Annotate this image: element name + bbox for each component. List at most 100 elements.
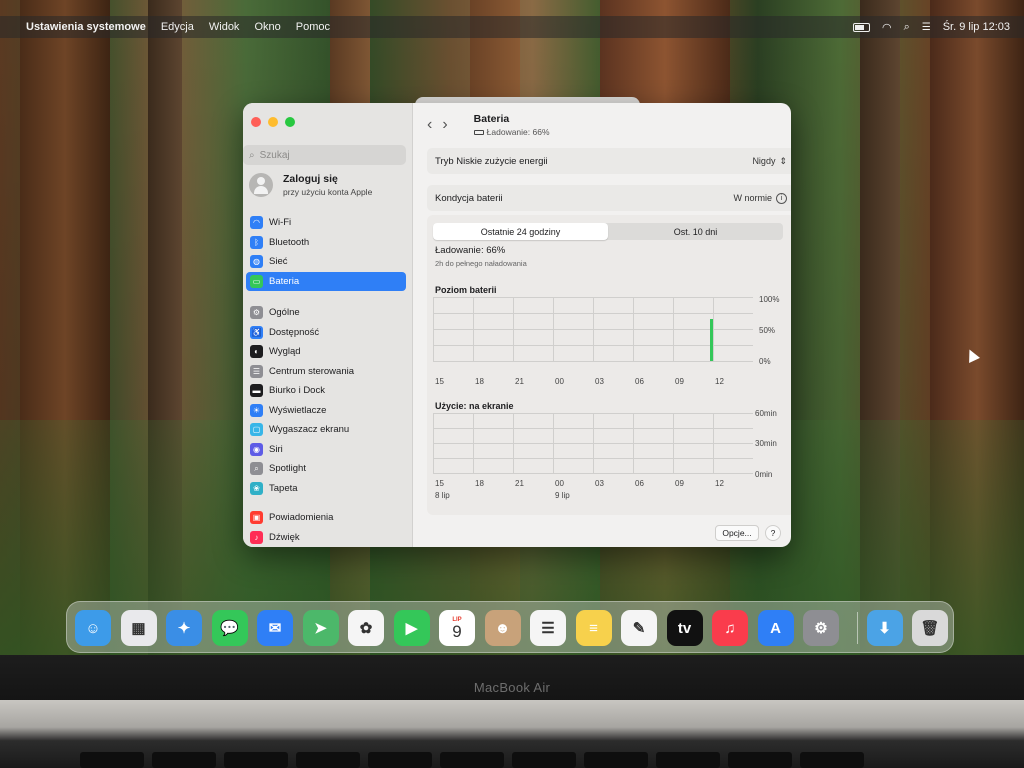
sidebar-item-wifi[interactable]: ◠ Wi‑Fi — [246, 213, 406, 233]
tab-24-hours[interactable]: Ostatnie 24 godziny — [433, 223, 608, 240]
sidebar-item-appearance[interactable]: ◐ Wygląd — [246, 342, 406, 362]
x-tick-label: 00 — [555, 479, 564, 488]
menu-edit[interactable]: Edycja — [161, 21, 194, 33]
reminders-icon[interactable]: ☰ — [530, 610, 566, 646]
menu-view[interactable]: Widok — [209, 21, 240, 33]
sidebar-item-screensaver[interactable]: ▢ Wygaszacz ekranu — [246, 420, 406, 440]
screen-usage-chart — [433, 413, 753, 474]
calendar-day: 9 — [452, 621, 462, 641]
screen-bezel — [0, 655, 1024, 703]
menu-app-name[interactable]: Ustawienia systemowe — [26, 21, 146, 33]
sidebar-item-battery[interactable]: ▭ Bateria — [246, 271, 406, 291]
low-power-select[interactable]: Nigdy ⇕ — [752, 156, 787, 167]
sidebar-item-siri[interactable]: ◉ Siri — [246, 440, 406, 460]
x-tick-label: 12 — [715, 479, 724, 488]
y-label-60min: 60min — [755, 409, 777, 418]
nav-back-forward-icons[interactable]: ‹› — [427, 116, 458, 134]
contacts-icon[interactable]: ☻ — [484, 610, 521, 646]
info-icon[interactable]: i — [776, 192, 787, 204]
appletv-icon[interactable]: tv — [666, 610, 703, 646]
device-brand: MacBook Air — [473, 680, 551, 695]
help-button[interactable]: ? — [765, 525, 781, 541]
options-button[interactable]: Opcje... — [715, 525, 759, 541]
messages-icon[interactable]: 💬 — [211, 610, 248, 646]
sidebar-item-label: Ogólne — [269, 307, 300, 319]
sidebar-item-gear[interactable]: ⚙ Ogólne — [246, 303, 406, 323]
notifications-icon: ▣ — [250, 511, 263, 525]
updown-chevron-icon: ⇕ — [779, 155, 787, 166]
dock: ☺ ▦ ✦ 💬 ✉ ➤ ✿ ▶ LIP 9 ☻ ☰ ≡ ✎ tv ♫ A ⚙ ⬇ 🗑 — [66, 601, 954, 653]
sidebar-item-control-center[interactable]: ☰ Centrum sterowania — [246, 362, 406, 382]
minimize-window-button[interactable] — [268, 117, 278, 127]
battery-health-label: Kondycja baterii — [435, 192, 503, 204]
y-label-0min: 0min — [755, 470, 773, 479]
freeform-icon[interactable]: ✎ — [621, 610, 657, 646]
photos-icon[interactable]: ✿ — [348, 610, 384, 646]
screensaver-icon: ▢ — [250, 423, 263, 437]
charge-time-remaining: 2h do pełnego naładowania — [435, 259, 527, 268]
calendar-icon[interactable]: LIP 9 — [439, 610, 475, 646]
menubar-wifi-icon[interactable]: ◠ — [882, 21, 892, 34]
small-battery-icon — [473, 130, 484, 135]
dock-icon: ▬ — [250, 384, 263, 398]
menubar-battery-icon[interactable] — [852, 22, 870, 32]
zoom-window-button[interactable] — [285, 117, 295, 127]
wallpaper-icon: ❀ — [250, 481, 263, 495]
launchpad-icon[interactable]: ▦ — [120, 610, 157, 646]
y-label-50: 50% — [759, 326, 776, 335]
wifi-icon: ◠ — [250, 216, 263, 230]
trash-icon[interactable]: 🗑 — [912, 610, 948, 646]
music-icon[interactable]: ♫ — [712, 610, 748, 646]
menubar-control-center-icon[interactable]: ☰ — [922, 22, 931, 33]
mail-icon[interactable]: ✉ — [257, 610, 293, 646]
date-label-9-jul: 9 lip — [555, 491, 570, 500]
menubar-clock[interactable]: Śr. 9 lip 12:03 — [943, 21, 1010, 33]
appstore-icon[interactable]: A — [757, 610, 794, 646]
search-field[interactable]: ⌕ Szukaj — [243, 145, 406, 165]
avatar-icon — [249, 173, 273, 197]
sidebar: ⌕ Szukaj Zaloguj się przy użyciu konta A… — [243, 103, 413, 547]
x-tick-label: 03 — [595, 377, 604, 386]
gear-icon: ⚙ — [250, 306, 263, 320]
appearance-icon: ◐ — [250, 345, 263, 359]
tab-10-days[interactable]: Ost. 10 dni — [608, 223, 783, 240]
sidebar-item-bluetooth[interactable]: ᛒ Bluetooth — [246, 233, 406, 253]
menu-help[interactable]: Pomoc — [296, 21, 330, 33]
system-settings-icon[interactable]: ⚙ — [803, 610, 839, 646]
menubar-search-icon[interactable]: ⌕ — [904, 21, 910, 34]
function-keys — [80, 752, 864, 768]
date-label-8-jul: 8 lip — [435, 491, 450, 500]
sidebar-item-label: Centrum sterowania — [269, 365, 355, 377]
downloads-icon[interactable]: ⬇ — [866, 610, 903, 646]
sidebar-item-label: Dźwięk — [269, 531, 300, 543]
dock-separator — [857, 612, 858, 644]
sidebar-item-spotlight[interactable]: ⌕ Spotlight — [246, 459, 406, 479]
menu-window[interactable]: Okno — [254, 21, 280, 33]
sidebar-item-sun[interactable]: ☀ Wyświetlacze — [246, 401, 406, 421]
sidebar-item-notifications[interactable]: ▣ Powiadomienia — [246, 508, 406, 528]
sidebar-item-dock[interactable]: ▬ Biurko i Dock — [246, 381, 406, 401]
sidebar-item-label: Bluetooth — [269, 236, 310, 248]
time-range-segmented-control: Ostatnie 24 godziny Ost. 10 dni — [433, 223, 783, 240]
sidebar-item-accessibility[interactable]: ♿ Dostępność — [246, 323, 406, 343]
x-tick-label: 18 — [475, 377, 484, 386]
facetime-icon[interactable]: ▶ — [393, 610, 430, 646]
x-tick-label: 15 — [435, 479, 444, 488]
sidebar-item-sound[interactable]: ♪ Dźwięk — [246, 528, 406, 548]
battery-icon: ▭ — [250, 274, 263, 288]
charge-status: Ładowanie: 66% — [435, 245, 506, 256]
x-tick-label: 18 — [475, 479, 484, 488]
maps-icon[interactable]: ➤ — [302, 610, 339, 646]
signin-subtitle: przy użyciu konta Apple — [283, 187, 373, 197]
globe-icon: ◍ — [250, 255, 263, 269]
safari-icon[interactable]: ✦ — [166, 610, 202, 646]
sidebar-group-network: ◠ Wi‑Fi ᛒ Bluetooth ◍ Sieć ▭ Bateria — [246, 213, 406, 291]
finder-icon[interactable]: ☺ — [75, 610, 111, 646]
sidebar-item-globe[interactable]: ◍ Sieć — [246, 252, 406, 272]
usage-card: Ostatnie 24 godziny Ost. 10 dni Ładowani… — [427, 215, 791, 515]
notes-icon[interactable]: ≡ — [575, 610, 612, 646]
sidebar-item-wallpaper[interactable]: ❀ Tapeta — [246, 479, 406, 499]
screen-usage-title: Użycie: na ekranie — [435, 401, 514, 411]
apple-account-signin[interactable]: Zaloguj się przy użyciu konta Apple — [249, 173, 372, 197]
close-window-button[interactable] — [251, 117, 261, 127]
